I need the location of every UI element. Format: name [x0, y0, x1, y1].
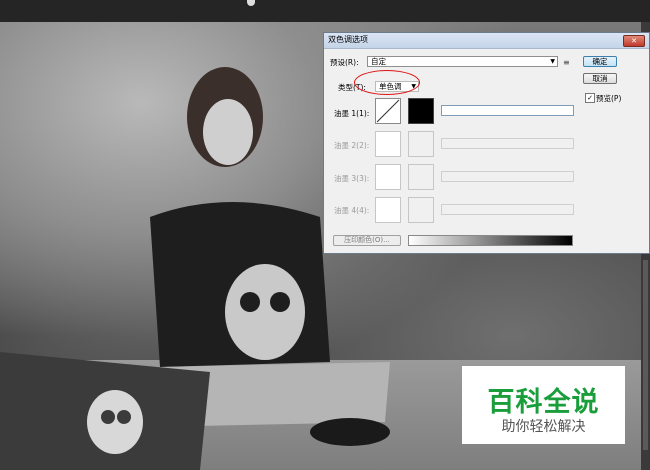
ink-4-color-swatch[interactable]: [408, 197, 434, 223]
preset-menu-icon[interactable]: ≡: [563, 58, 570, 67]
app-top-bar: [0, 0, 650, 22]
ink-1-curve-swatch[interactable]: [375, 98, 401, 124]
shoe-shape: [310, 418, 390, 446]
ink-1-label: 油墨 1(1):: [334, 109, 370, 118]
ink-4-label: 油墨 4(4):: [334, 206, 370, 215]
ink-3-color-swatch[interactable]: [408, 164, 434, 190]
ok-button[interactable]: 确定: [583, 56, 617, 67]
preset-label: 预设(R):: [330, 58, 359, 67]
skull-print-shape: [225, 264, 305, 360]
dialog-titlebar[interactable]: 双色调选项 ✕: [324, 33, 649, 49]
scrollbar-thumb[interactable]: [643, 260, 648, 450]
ink-4-name-field[interactable]: [441, 204, 574, 215]
ink-1-color-swatch[interactable]: [408, 98, 434, 124]
dialog-title: 双色调选项: [328, 35, 368, 44]
duotone-options-dialog: 双色调选项 ✕ 预设(R): 自定 ▼ ≡ 确定 取消 ✓ 预览(P) 类型(T…: [323, 32, 650, 254]
preview-label: 预览(P): [596, 94, 622, 103]
ink-2-name-field[interactable]: [441, 138, 574, 149]
watermark-logo: 百科全说 助你轻松解决: [462, 366, 625, 444]
preset-value: 自定: [371, 57, 386, 66]
ink-3-label: 油墨 3(3):: [334, 174, 370, 183]
ink-3-curve-swatch[interactable]: [375, 164, 401, 190]
cancel-button[interactable]: 取消: [583, 73, 617, 84]
close-button[interactable]: ✕: [623, 35, 645, 47]
watermark-title: 百科全说: [487, 387, 600, 418]
ink-4-curve-swatch[interactable]: [375, 197, 401, 223]
preview-checkbox[interactable]: ✓: [585, 93, 595, 103]
preset-select[interactable]: 自定 ▼: [367, 56, 558, 67]
watermark-subtitle: 助你轻松解决: [501, 419, 586, 435]
tone-gradient-bar: [408, 235, 573, 246]
ink-2-curve-swatch[interactable]: [375, 131, 401, 157]
face-shape: [203, 99, 253, 165]
ink-2-label: 油墨 2(2):: [334, 141, 370, 150]
ink-3-name-field[interactable]: [441, 171, 574, 182]
ink-2-color-swatch[interactable]: [408, 131, 434, 157]
chevron-down-icon: ▼: [550, 58, 555, 65]
overprint-colors-button[interactable]: 压印颜色(O)...: [333, 235, 401, 246]
ink-1-name-field[interactable]: [441, 105, 574, 116]
highlight-ellipse: [354, 70, 420, 95]
